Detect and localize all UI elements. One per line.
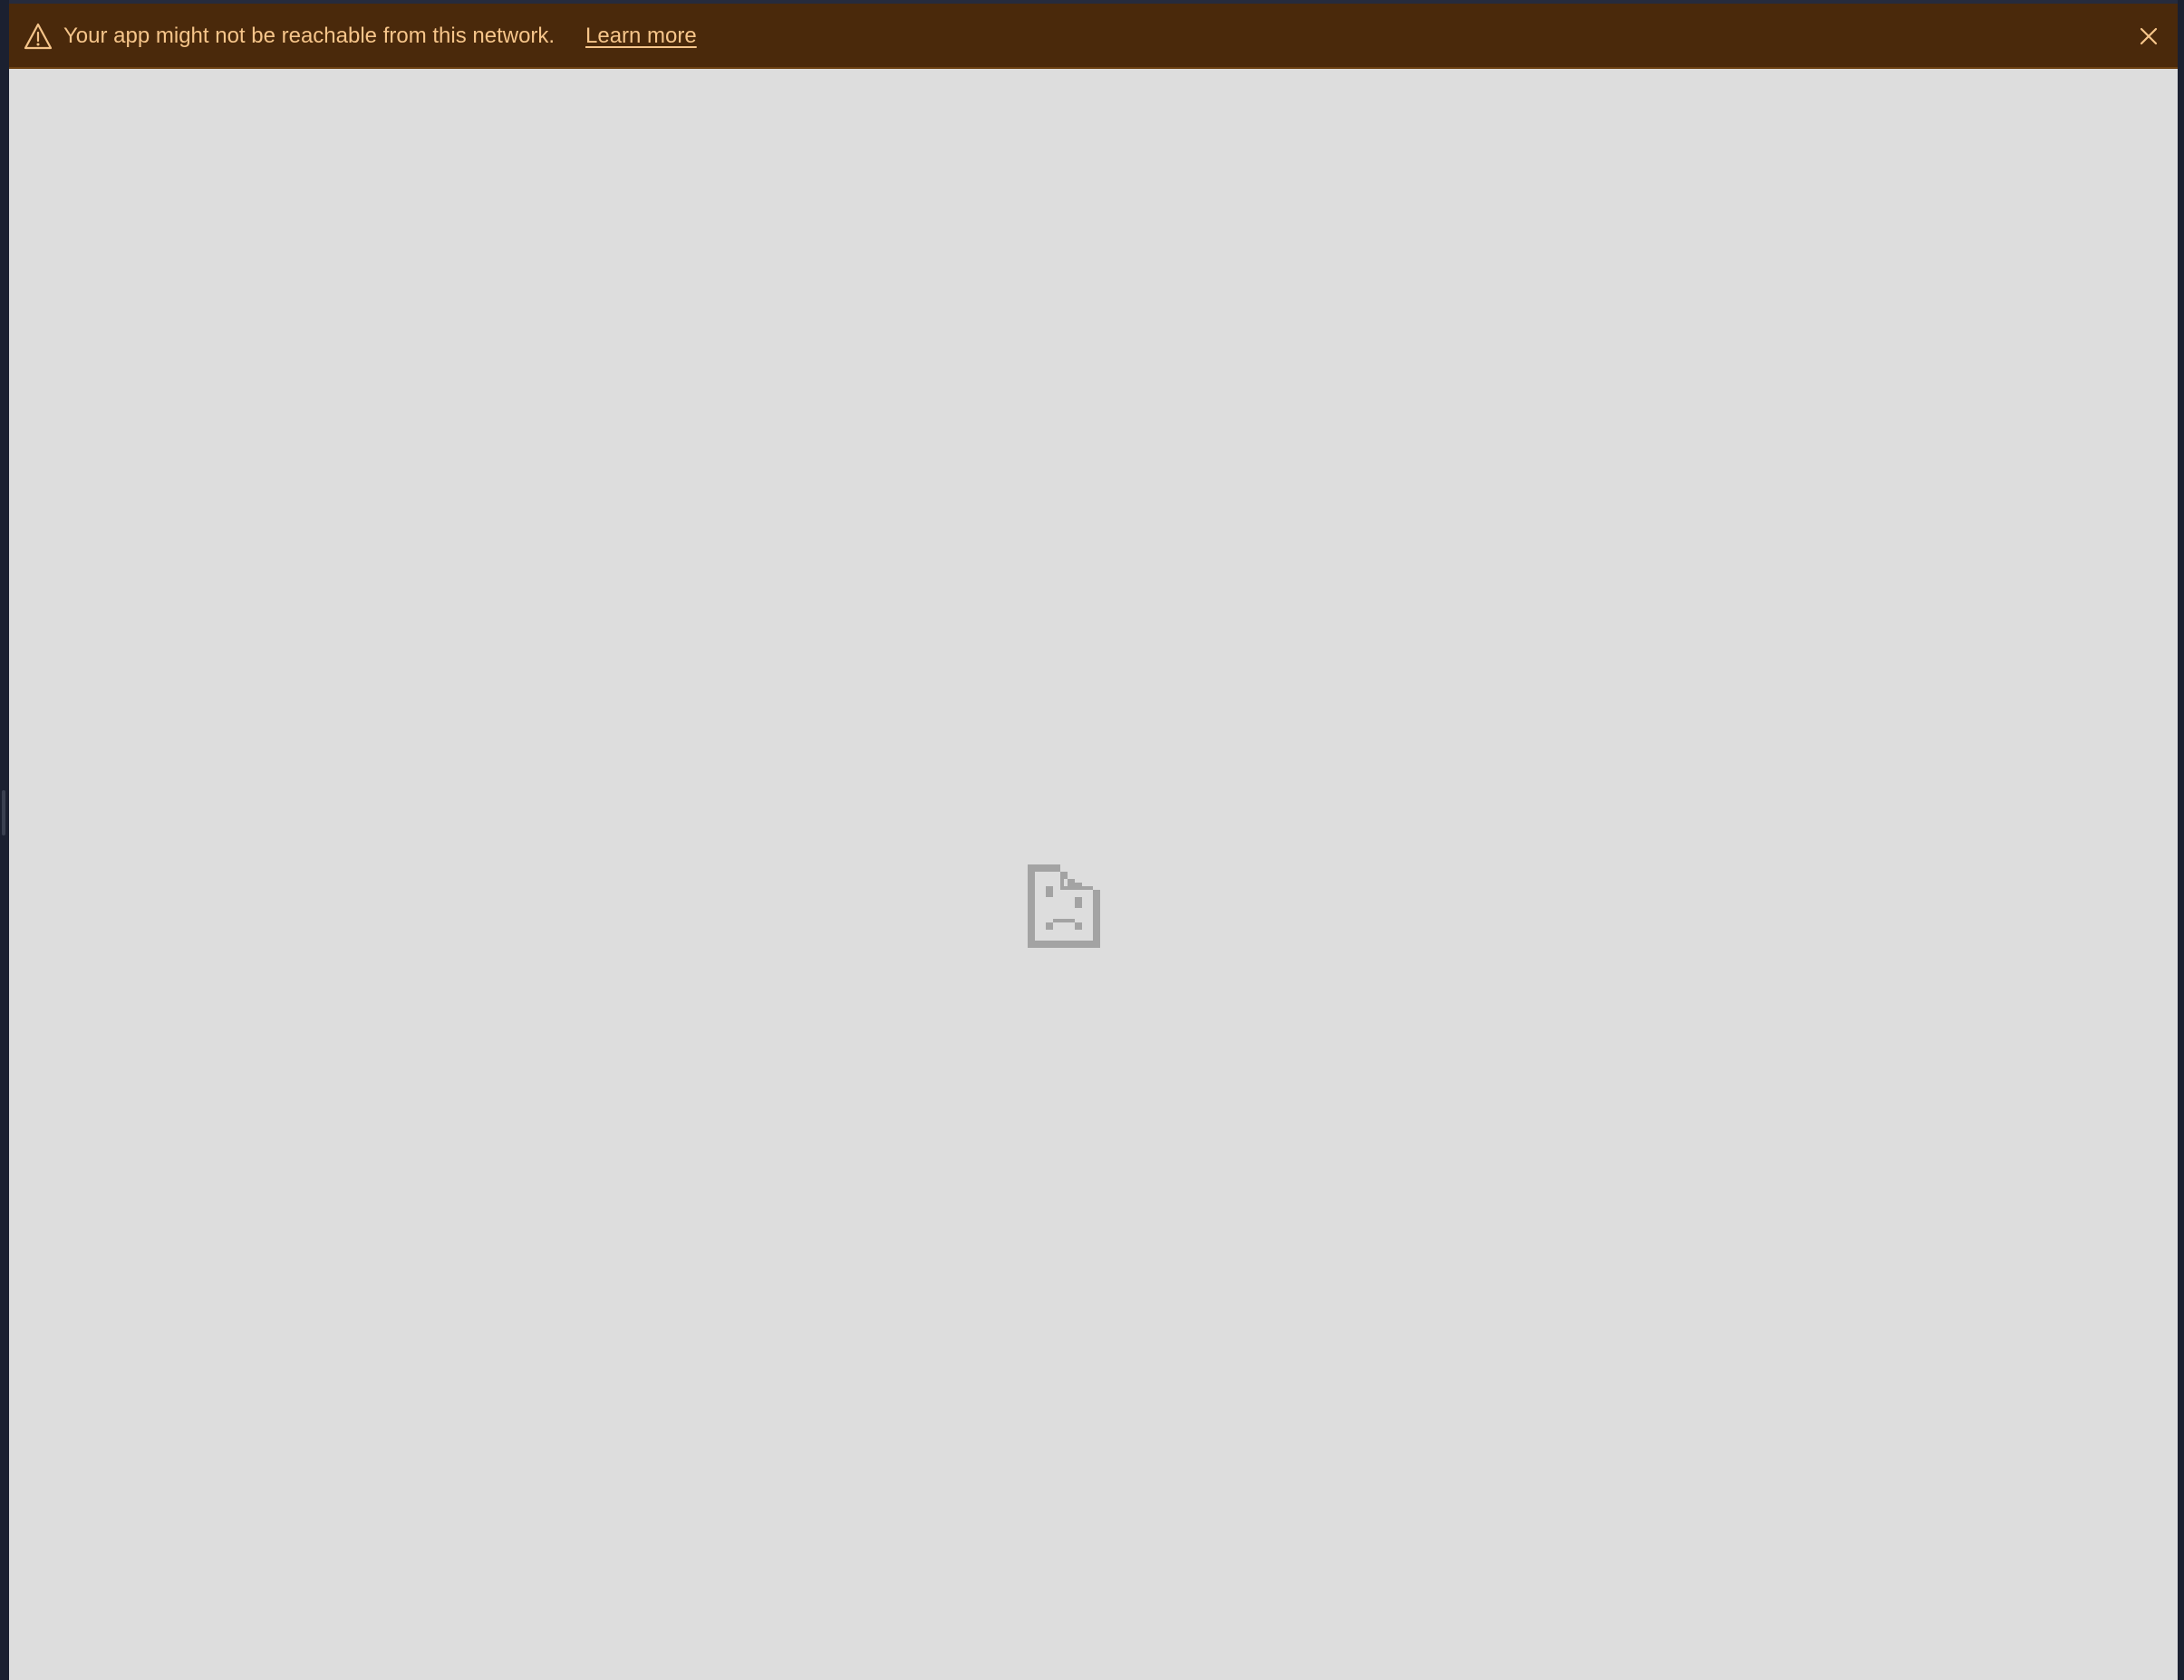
network-warning-banner: Your app might not be reachable from thi… [9,4,2178,69]
resize-handle[interactable] [2,790,5,835]
sad-page-icon [1028,864,1100,948]
warning-triangle-icon [24,23,53,50]
close-icon[interactable] [2134,22,2163,51]
preview-panel: Your app might not be reachable from thi… [9,4,2178,1680]
banner-message: Your app might not be reachable from thi… [63,24,556,48]
right-sidebar-edge [2178,0,2184,1680]
left-sidebar-edge [0,0,9,1680]
app-frame: Your app might not be reachable from thi… [0,0,2184,1680]
learn-more-link[interactable]: Learn more [585,4,697,69]
